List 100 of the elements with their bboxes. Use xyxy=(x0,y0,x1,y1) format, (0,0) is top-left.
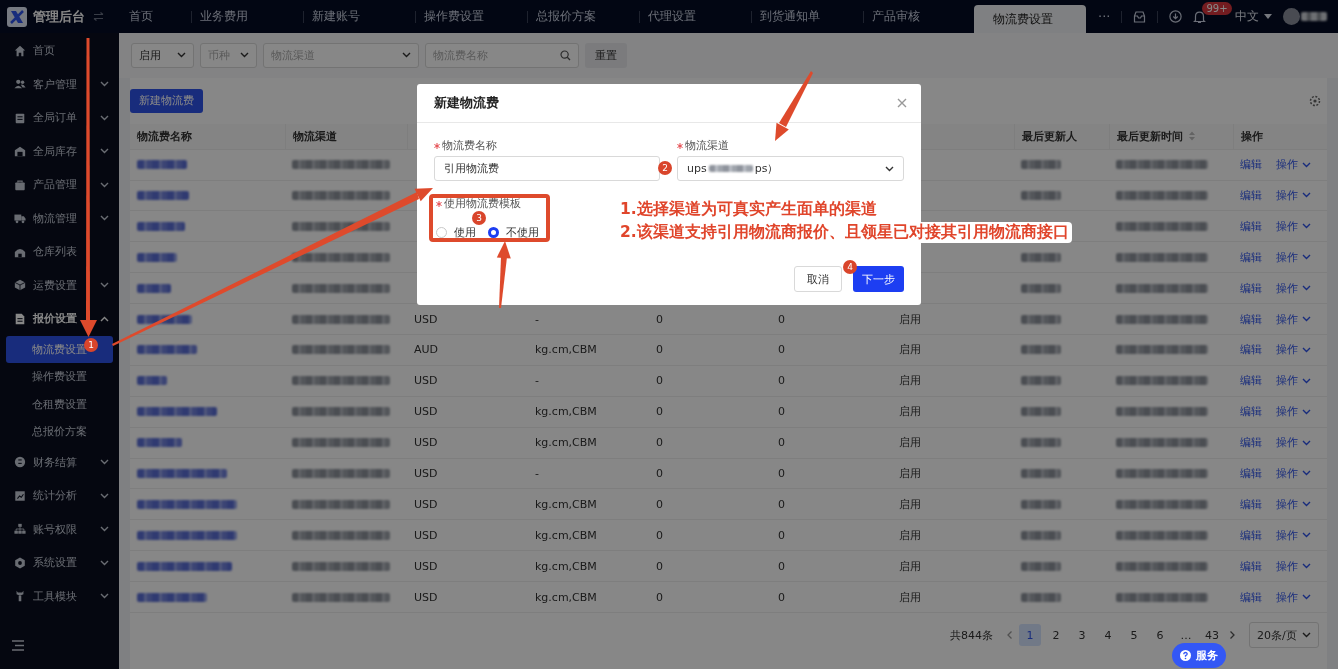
language-dropdown[interactable]: 中文 xyxy=(1235,8,1273,25)
reset-button[interactable]: 重置 xyxy=(585,42,627,68)
sort-icon[interactable] xyxy=(1189,131,1195,142)
sidebar-subitem[interactable]: 操作费设置 xyxy=(6,363,113,391)
edit-link[interactable]: 编辑 xyxy=(1240,218,1262,234)
chevron-down-icon xyxy=(100,114,109,121)
blurred-link[interactable] xyxy=(137,469,227,478)
edit-link[interactable]: 编辑 xyxy=(1240,373,1262,389)
caret-icon xyxy=(1302,501,1311,508)
page-button[interactable]: 6 xyxy=(1149,624,1171,646)
chevron-right-icon[interactable] xyxy=(1227,630,1237,640)
chevron-left-icon[interactable] xyxy=(1005,630,1015,640)
blurred-link[interactable] xyxy=(137,190,189,200)
nav-tab[interactable]: 业务费用 xyxy=(190,0,302,33)
sidebar-item[interactable]: 财务结算 xyxy=(0,445,119,479)
actions-dropdown[interactable]: 操作 xyxy=(1276,527,1311,543)
actions-dropdown[interactable]: 操作 xyxy=(1276,280,1311,296)
blurred-link[interactable] xyxy=(137,221,185,231)
blurred-link[interactable] xyxy=(137,530,237,540)
caret-icon xyxy=(1264,14,1273,19)
caret-icon xyxy=(1302,594,1311,601)
edit-link[interactable]: 编辑 xyxy=(1240,249,1262,265)
menu-icon[interactable] xyxy=(12,640,24,651)
sidebar-item[interactable]: 工具模块 xyxy=(0,579,119,613)
edit-link[interactable]: 编辑 xyxy=(1240,558,1262,574)
nav-tab[interactable]: 代理设置 xyxy=(638,0,750,33)
sidebar-subitem[interactable]: 总报价方案 xyxy=(6,418,113,446)
edit-link[interactable]: 编辑 xyxy=(1240,527,1262,543)
radio-option[interactable]: 使用 xyxy=(436,225,476,240)
gear-icon[interactable] xyxy=(1309,94,1321,107)
avatar-icon[interactable] xyxy=(1283,8,1301,25)
blurred-link[interactable] xyxy=(137,438,182,448)
input-field[interactable]: 引用物流费 xyxy=(434,156,660,181)
nav-tab[interactable]: 新建账号 xyxy=(302,0,414,33)
sidebar-item[interactable]: 账号权限 xyxy=(0,512,119,546)
actions-dropdown[interactable]: 操作 xyxy=(1276,311,1311,327)
actions-dropdown[interactable]: 操作 xyxy=(1276,342,1311,358)
blurred-link[interactable] xyxy=(137,592,207,602)
page-button[interactable]: 4 xyxy=(1097,624,1119,646)
radio-option[interactable]: 不使用 xyxy=(488,225,539,240)
nav-tab[interactable]: 操作费设置 xyxy=(414,0,526,33)
blurred-link[interactable] xyxy=(137,160,187,170)
edit-link[interactable]: 编辑 xyxy=(1240,435,1262,451)
actions-dropdown[interactable]: 操作 xyxy=(1276,157,1311,173)
channel-select[interactable]: ups ps） xyxy=(677,156,904,181)
next-button[interactable]: 下一步 xyxy=(853,266,904,292)
nav-tab[interactable]: 物流费设置 xyxy=(974,5,1086,33)
close-icon[interactable] xyxy=(897,98,907,108)
download-icon[interactable] xyxy=(1169,10,1183,23)
new-button[interactable]: 新建物流费 xyxy=(130,88,203,113)
edit-link[interactable]: 编辑 xyxy=(1240,187,1262,203)
actions-dropdown[interactable]: 操作 xyxy=(1276,218,1311,234)
actions-dropdown[interactable]: 操作 xyxy=(1276,187,1311,203)
sidebar-subitem[interactable]: 仓租费设置 xyxy=(6,390,113,418)
page-button[interactable]: 2 xyxy=(1045,624,1067,646)
sidebar-item[interactable]: 首页 xyxy=(0,34,119,68)
actions-dropdown[interactable]: 操作 xyxy=(1276,435,1311,451)
cancel-button[interactable]: 取消 xyxy=(794,266,842,292)
blurred-link[interactable] xyxy=(137,561,232,571)
edit-link[interactable]: 编辑 xyxy=(1240,342,1262,358)
blurred-link[interactable] xyxy=(137,376,167,386)
sidebar-item[interactable]: 统计分析 xyxy=(0,479,119,513)
table-cell: 0 xyxy=(778,590,785,604)
actions-dropdown[interactable]: 操作 xyxy=(1276,589,1311,605)
package-icon xyxy=(14,279,26,292)
page-button[interactable]: 5 xyxy=(1123,624,1145,646)
edit-link[interactable]: 编辑 xyxy=(1240,311,1262,327)
edit-link[interactable]: 编辑 xyxy=(1240,496,1262,512)
actions-dropdown[interactable]: 操作 xyxy=(1276,558,1311,574)
nav-tab[interactable]: 首页 xyxy=(119,0,190,33)
actions-dropdown[interactable]: 操作 xyxy=(1276,404,1311,420)
edit-link[interactable]: 编辑 xyxy=(1240,280,1262,296)
actions-dropdown[interactable]: 操作 xyxy=(1276,496,1311,512)
edit-link[interactable]: 编辑 xyxy=(1240,466,1262,481)
page-button[interactable]: … xyxy=(1175,624,1197,646)
edit-link[interactable]: 编辑 xyxy=(1240,589,1262,605)
sidebar-item[interactable]: 系统设置 xyxy=(0,546,119,580)
edit-link[interactable]: 编辑 xyxy=(1240,404,1262,420)
nav-tab[interactable]: 总报价方案 xyxy=(526,0,638,33)
edit-link[interactable]: 编辑 xyxy=(1240,157,1262,173)
blurred-link[interactable] xyxy=(137,345,197,355)
blurred-link[interactable] xyxy=(137,252,177,262)
swap-icon[interactable] xyxy=(93,12,104,21)
page-button[interactable]: 1 xyxy=(1019,624,1041,646)
actions-dropdown[interactable]: 操作 xyxy=(1276,466,1311,481)
actions-dropdown[interactable]: 操作 xyxy=(1276,373,1311,389)
page-button[interactable]: 43 xyxy=(1201,624,1223,646)
bell-icon[interactable] xyxy=(1193,9,1207,24)
blurred-link[interactable] xyxy=(137,499,237,509)
status-dropdown[interactable]: 启用 xyxy=(131,42,194,68)
blurred-link[interactable] xyxy=(137,283,171,293)
blurred-link[interactable] xyxy=(137,407,217,417)
page-size-dropdown[interactable]: 20条/页 xyxy=(1249,622,1319,648)
nav-tab[interactable]: 产品审核 xyxy=(862,0,974,33)
nav-tab[interactable]: 到货通知单 xyxy=(750,0,862,33)
more-tabs-button[interactable]: ··· xyxy=(1098,9,1111,24)
actions-dropdown[interactable]: 操作 xyxy=(1276,249,1311,265)
inbox-icon[interactable] xyxy=(1133,10,1147,23)
service-button[interactable]: 服务 xyxy=(1172,643,1226,668)
page-button[interactable]: 3 xyxy=(1071,624,1093,646)
